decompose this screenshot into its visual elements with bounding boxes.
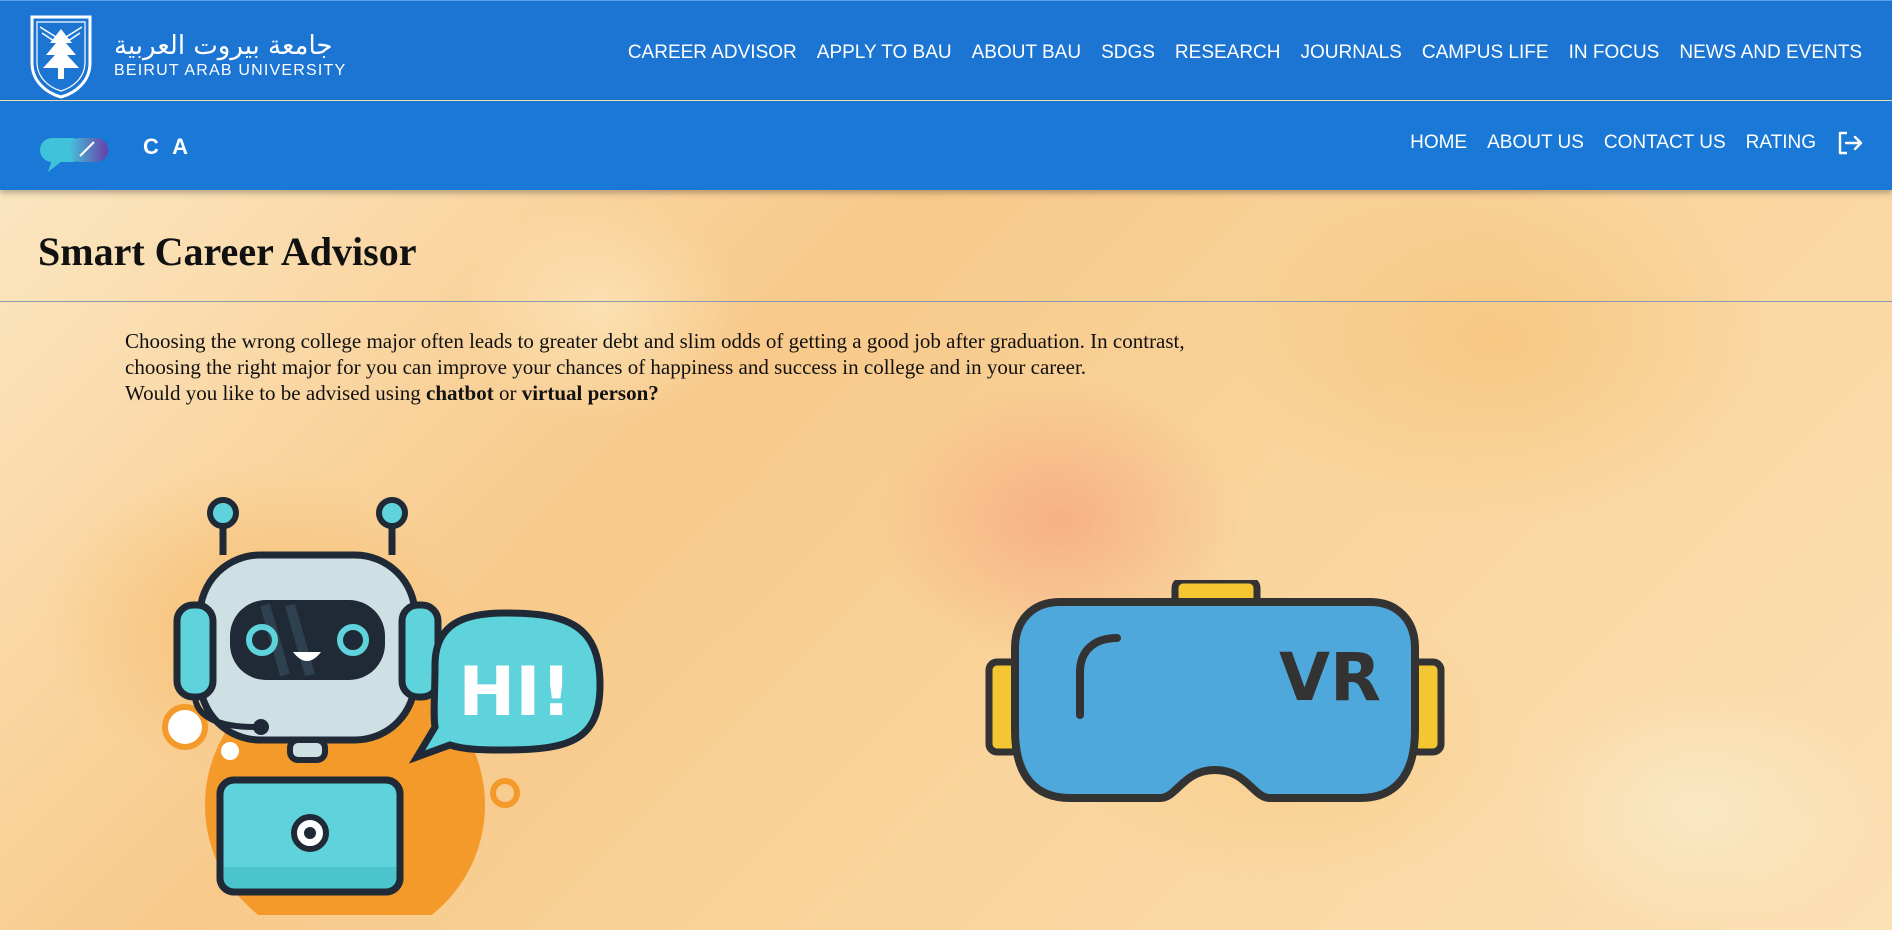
main-navigation: CAREER ADVISOR APPLY TO BAU ABOUT BAU SD… [608,42,1862,64]
question-prefix: Would you like to be advised using [125,381,427,405]
university-arabic-name: جامعة بيروت العربية [114,31,333,61]
vr-label: VR [1279,639,1381,716]
nav-career-advisor[interactable]: CAREER ADVISOR [628,42,797,64]
nav-in-focus[interactable]: IN FOCUS [1569,42,1660,64]
university-english-name: BEIRUT ARAB UNIVERSITY [114,62,347,79]
university-logo[interactable]: جامعة بيروت العربية BEIRUT ARAB UNIVERSI… [28,13,346,99]
university-header: جامعة بيروت العربية BEIRUT ARAB UNIVERSI… [0,0,1892,100]
nav-sdgs[interactable]: SDGS [1101,42,1155,64]
page-title: Smart Career Advisor [38,229,417,274]
career-advisor-header: C A HOME ABOUT US CONTACT US RATING [0,101,1892,190]
nav-home[interactable]: HOME [1410,132,1467,154]
nav-apply-to-bau[interactable]: APPLY TO BAU [817,42,952,64]
nav-research[interactable]: RESEARCH [1175,42,1281,64]
brand-text: C A [143,134,193,159]
main-content: Smart Career Advisor Choosing the wrong … [0,190,1892,930]
virtual-person-option[interactable]: VR [985,580,1445,810]
nav-rating[interactable]: RATING [1746,132,1816,154]
nav-campus-life[interactable]: CAMPUS LIFE [1422,42,1549,64]
chatbot-text: chatbot [426,381,494,405]
advisor-question: Would you like to be advised using chatb… [125,380,1325,406]
intro-line-2: choosing the right major for you can imp… [125,355,1087,379]
logout-icon[interactable] [1836,129,1864,157]
vr-headset-icon: VR [985,580,1445,802]
cedar-shield-icon [30,15,92,99]
virtual-person-text: virtual person? [521,381,659,405]
nav-contact-us[interactable]: CONTACT US [1604,132,1726,154]
nav-journals[interactable]: JOURNALS [1301,42,1402,64]
chat-bubbles-logo-icon[interactable] [38,134,110,174]
nav-about-bau[interactable]: ABOUT BAU [972,42,1081,64]
chatbot-robot-icon: HI! [162,497,604,915]
intro-line-1: Choosing the wrong college major often l… [125,329,1185,353]
question-or: or [493,381,522,405]
career-advisor-navigation: HOME ABOUT US CONTACT US RATING [1390,129,1864,157]
chatbot-bubble-text: HI! [458,653,571,732]
chatbot-option[interactable]: HI! [155,495,605,915]
nav-about-us[interactable]: ABOUT US [1487,132,1584,154]
intro-text: Choosing the wrong college major often l… [125,328,1325,406]
nav-news-and-events[interactable]: NEWS AND EVENTS [1679,42,1862,64]
title-divider [0,301,1892,302]
